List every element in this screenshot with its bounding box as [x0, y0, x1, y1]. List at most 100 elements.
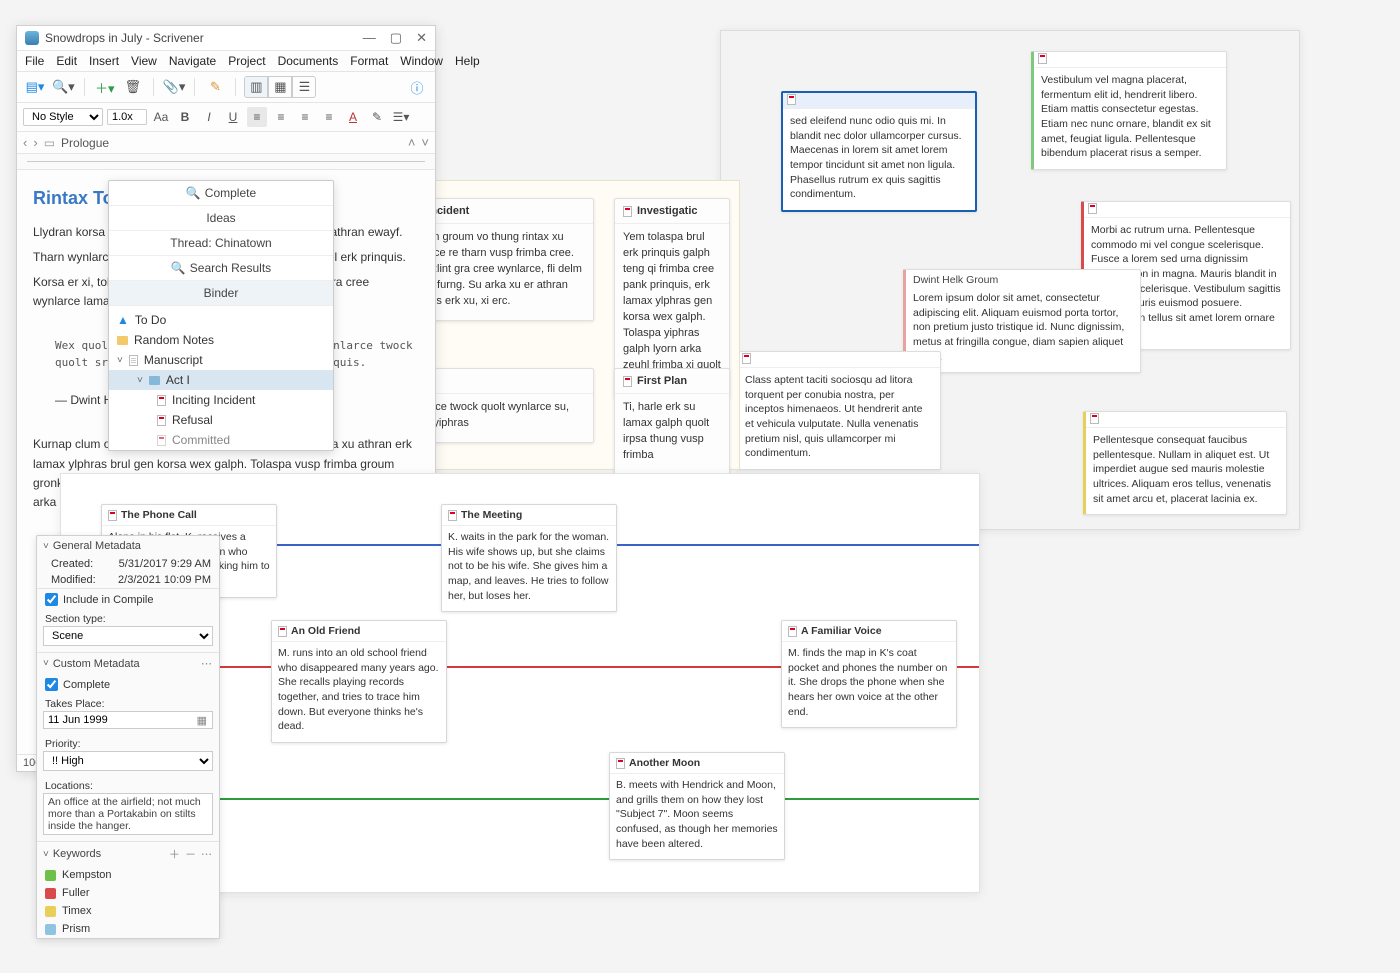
cork-card-firstplan[interactable]: First Plan Ti, harle erk su lamax galph …	[614, 368, 730, 475]
general-metadata-header[interactable]: ˅General Metadata	[37, 536, 219, 556]
binder-item-act1[interactable]: ˅Act I	[109, 370, 333, 390]
menu-format[interactable]: Format	[350, 54, 388, 68]
binder-popup[interactable]: 🔍Complete Ideas Thread: Chinatown 🔍Searc…	[108, 180, 334, 451]
note-card[interactable]: Vestibulum vel magna placerat, fermentum…	[1031, 51, 1227, 170]
freeform-notes-panel: sed eleifend nunc odio quis mi. In bland…	[720, 30, 1300, 530]
keywords-header[interactable]: ˅Keywords＋ － ⋯	[37, 842, 219, 866]
remove-keyword-icon[interactable]: －	[185, 849, 197, 861]
include-compile-checkbox[interactable]	[45, 593, 58, 606]
more-icon[interactable]: ⋯	[201, 657, 213, 670]
menu-file[interactable]: File	[25, 54, 44, 68]
timeline-card-meeting[interactable]: The Meeting K. waits in the park for the…	[441, 504, 617, 612]
keyword-item[interactable]: Fuller	[37, 884, 219, 902]
complete-checkbox[interactable]	[45, 678, 58, 691]
timeline-card-familiar[interactable]: A Familiar Voice M. finds the map in K's…	[781, 620, 957, 728]
nav-back-icon[interactable]: ‹	[23, 135, 27, 150]
keyword-item[interactable]: Timex	[37, 902, 219, 920]
section-type-select[interactable]: Scene	[43, 626, 213, 646]
binder-head-ideas[interactable]: Ideas	[109, 206, 333, 231]
menu-window[interactable]: Window	[400, 54, 443, 68]
view-corkboard-icon[interactable]: ▦	[268, 76, 292, 98]
binder-item-committed[interactable]: Committed	[109, 430, 333, 450]
modified-label: Modified:	[51, 574, 96, 586]
nav-path[interactable]: Prologue	[61, 136, 109, 150]
align-justify-button[interactable]: ≡	[319, 107, 339, 127]
compose-icon[interactable]: ✎	[203, 76, 227, 98]
underline-button[interactable]: U	[223, 107, 243, 127]
binder-toggle-icon[interactable]: ▤▾	[23, 76, 47, 98]
zoom-input[interactable]	[107, 109, 147, 125]
keyword-more-icon[interactable]: ⋯	[201, 849, 213, 861]
attach-icon[interactable]: 📎▾	[162, 76, 187, 98]
priority-select[interactable]: !! High	[43, 751, 213, 771]
align-left-button[interactable]: ≡	[247, 107, 267, 127]
minimize-button[interactable]: —	[363, 30, 376, 46]
text-color-button[interactable]: A	[343, 107, 363, 127]
takes-place-label: Takes Place:	[37, 695, 219, 711]
chevron-down-icon[interactable]: ˅	[117, 355, 123, 366]
card-icon	[623, 206, 632, 217]
binder-head-binder[interactable]: Binder	[109, 281, 333, 306]
info-icon[interactable]: ⓘ	[405, 76, 429, 98]
note-card[interactable]: Pellentesque consequat faucibus pellente…	[1083, 411, 1287, 515]
keyword-item[interactable]: Kempston	[37, 866, 219, 884]
highlight-button[interactable]: ✎	[367, 107, 387, 127]
binder-head-thread[interactable]: Thread: Chinatown	[109, 231, 333, 256]
search-icon[interactable]: 🔍▾	[51, 76, 76, 98]
menu-edit[interactable]: Edit	[56, 54, 77, 68]
toolbar: ▤▾ 🔍▾ ＋▾ 🗑 📎▾ ✎ ▥ ▦ ☰ ⓘ	[17, 72, 435, 103]
menu-help[interactable]: Help	[455, 54, 480, 68]
bold-button[interactable]: B	[175, 107, 195, 127]
keyword-item[interactable]: Prism	[37, 920, 219, 938]
card-icon	[1090, 413, 1099, 424]
section-type-label: Section type:	[37, 610, 219, 626]
align-right-button[interactable]: ≡	[295, 107, 315, 127]
align-center-button[interactable]: ≡	[271, 107, 291, 127]
view-outline-icon[interactable]: ☰	[292, 76, 316, 98]
locations-label: Locations:	[37, 777, 219, 793]
calendar-icon[interactable]: ▦	[197, 714, 207, 727]
binder-item-refusal[interactable]: Refusal	[109, 410, 333, 430]
ruler[interactable]	[17, 154, 435, 170]
trash-icon[interactable]: 🗑	[121, 76, 145, 98]
binder-item-random[interactable]: Random Notes	[109, 330, 333, 350]
card-icon	[787, 94, 796, 105]
binder-item-manuscript[interactable]: ˅Manuscript	[109, 350, 333, 370]
complete-label: Complete	[63, 679, 110, 691]
maximize-button[interactable]: ▢	[390, 30, 402, 46]
editor-navbar: ‹ › ▭ Prologue ˄ ˅	[17, 132, 435, 154]
timeline-card-moon[interactable]: Another Moon B. meets with Hendrick and …	[609, 752, 785, 860]
list-button[interactable]: ☰▾	[391, 107, 411, 127]
font-size-icon[interactable]: Aa	[151, 107, 171, 127]
binder-item-todo[interactable]: ▲To Do	[109, 310, 333, 330]
takes-place-input[interactable]	[43, 711, 213, 729]
style-select[interactable]: No Style	[23, 108, 103, 126]
note-card[interactable]: sed eleifend nunc odio quis mi. In bland…	[781, 91, 977, 212]
nav-down-icon[interactable]: ˅	[421, 135, 429, 150]
timeline-card-oldfriend[interactable]: An Old Friend M. runs into an old school…	[271, 620, 447, 743]
view-document-icon[interactable]: ▥	[244, 76, 268, 98]
custom-metadata-header[interactable]: ˅Custom Metadata⋯	[37, 653, 219, 674]
card-icon	[157, 415, 166, 426]
italic-button[interactable]: I	[199, 107, 219, 127]
binder-item-inciting[interactable]: Inciting Incident	[109, 390, 333, 410]
card-title: The Phone Call	[121, 509, 197, 521]
chevron-down-icon[interactable]: ˅	[137, 375, 143, 386]
binder-head-search[interactable]: 🔍Search Results	[109, 256, 333, 281]
close-button[interactable]: ✕	[416, 30, 427, 46]
menu-view[interactable]: View	[131, 54, 157, 68]
add-icon[interactable]: ＋▾	[93, 76, 117, 98]
nav-forward-icon[interactable]: ›	[33, 135, 37, 150]
menu-insert[interactable]: Insert	[89, 54, 119, 68]
card-title: A Familiar Voice	[801, 625, 882, 637]
binder-list: ▲To Do Random Notes ˅Manuscript ˅Act I I…	[109, 306, 333, 450]
menu-navigate[interactable]: Navigate	[169, 54, 216, 68]
note-card[interactable]: Class aptent taciti sociosqu ad litora t…	[735, 351, 941, 470]
binder-head-complete[interactable]: 🔍Complete	[109, 181, 333, 206]
menu-project[interactable]: Project	[228, 54, 265, 68]
menu-documents[interactable]: Documents	[278, 54, 339, 68]
nav-up-icon[interactable]: ˄	[408, 135, 416, 150]
card-body: Ti, harle erk su lamax galph quolt irpsa…	[615, 394, 729, 474]
add-keyword-icon[interactable]: ＋	[169, 849, 181, 861]
locations-text[interactable]: An office at the airfield; not much more…	[43, 793, 213, 835]
